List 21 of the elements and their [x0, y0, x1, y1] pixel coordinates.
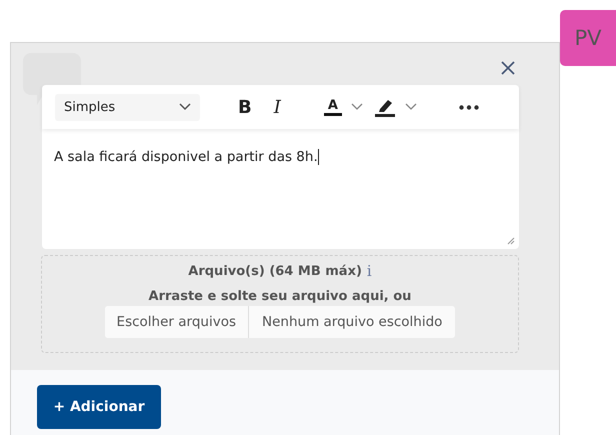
choose-files-button[interactable]: Escolher arquivos: [104, 306, 249, 338]
add-button[interactable]: + Adicionar: [37, 385, 161, 429]
style-dropdown[interactable]: Simples: [55, 94, 200, 120]
chevron-down-icon: [179, 103, 191, 111]
bold-button[interactable]: B: [238, 96, 252, 118]
file-drop-zone[interactable]: Arquivo(s) (64 MB máx) i Arraste e solte seu arquivo aqui, ou Escolher arquivos Nenhum arquivo escolhido: [41, 255, 519, 353]
italic-button[interactable]: I: [274, 96, 281, 118]
resize-handle-icon[interactable]: [507, 237, 515, 245]
chevron-down-icon[interactable]: [404, 103, 417, 111]
attachment-limit-label: Arquivo(s) (64 MB máx): [188, 264, 362, 279]
user-avatar: PV: [560, 10, 616, 66]
info-icon[interactable]: i: [366, 264, 372, 279]
file-status: Nenhum arquivo escolhido: [261, 313, 444, 332]
highlighter-icon[interactable]: [374, 97, 396, 117]
file-input[interactable]: Escolher arquivos Nenhum arquivo escolhido: [104, 306, 456, 338]
drop-hint: Arraste e solte seu arquivo aqui, ou: [148, 289, 412, 304]
editor-text[interactable]: A sala ficará disponivel a partir das 8h.: [54, 149, 319, 165]
chevron-down-icon[interactable]: [350, 103, 363, 111]
close-icon[interactable]: [501, 61, 515, 75]
more-icon[interactable]: [458, 104, 479, 110]
font-color-button[interactable]: A: [324, 98, 342, 116]
